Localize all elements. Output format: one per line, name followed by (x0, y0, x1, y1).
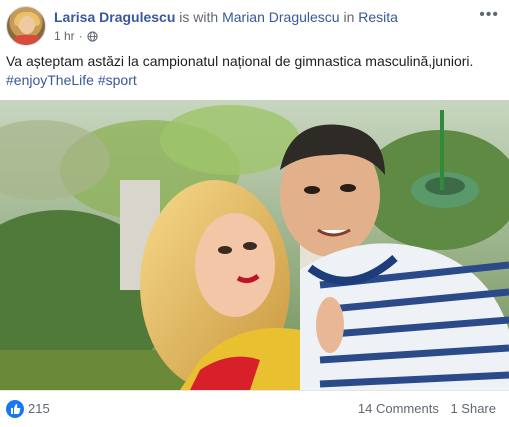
like-thumb-icon[interactable] (6, 400, 24, 418)
engagement-stats: 14 Comments 1 Share (358, 401, 496, 416)
more-options-icon[interactable]: ••• (479, 6, 499, 24)
author-name-link[interactable]: Larisa Dragulescu (54, 9, 175, 25)
with-text: is with (179, 9, 219, 25)
selfie-photo (0, 100, 509, 390)
tagged-person-link[interactable]: Marian Dragulescu (222, 9, 340, 25)
shares-count-link[interactable]: 1 Share (450, 401, 496, 416)
comments-count-link[interactable]: 14 Comments (358, 401, 439, 416)
location-link[interactable]: Resita (358, 9, 398, 25)
globe-icon[interactable] (87, 30, 98, 42)
post-footer: 215 14 Comments 1 Share (0, 390, 509, 427)
reactions-count[interactable]: 215 (28, 401, 50, 416)
post-body-text: Va așteptam astăzi la campionatul națion… (6, 53, 474, 69)
author-avatar[interactable] (6, 6, 46, 46)
post-title-line: Larisa Dragulescu is with Marian Dragule… (54, 8, 398, 26)
hashtags-links[interactable]: #enjoyTheLife #sport (6, 71, 506, 90)
facebook-post: Larisa Dragulescu is with Marian Dragule… (0, 0, 509, 427)
post-text: Va așteptam astăzi la campionatul națion… (6, 52, 506, 90)
post-meta: 1 hr · (54, 29, 98, 43)
location-prefix: in (343, 9, 355, 25)
timestamp-link[interactable]: 1 hr (54, 29, 75, 43)
post-photo[interactable] (0, 100, 509, 390)
post-header: Larisa Dragulescu is with Marian Dragule… (0, 0, 509, 52)
